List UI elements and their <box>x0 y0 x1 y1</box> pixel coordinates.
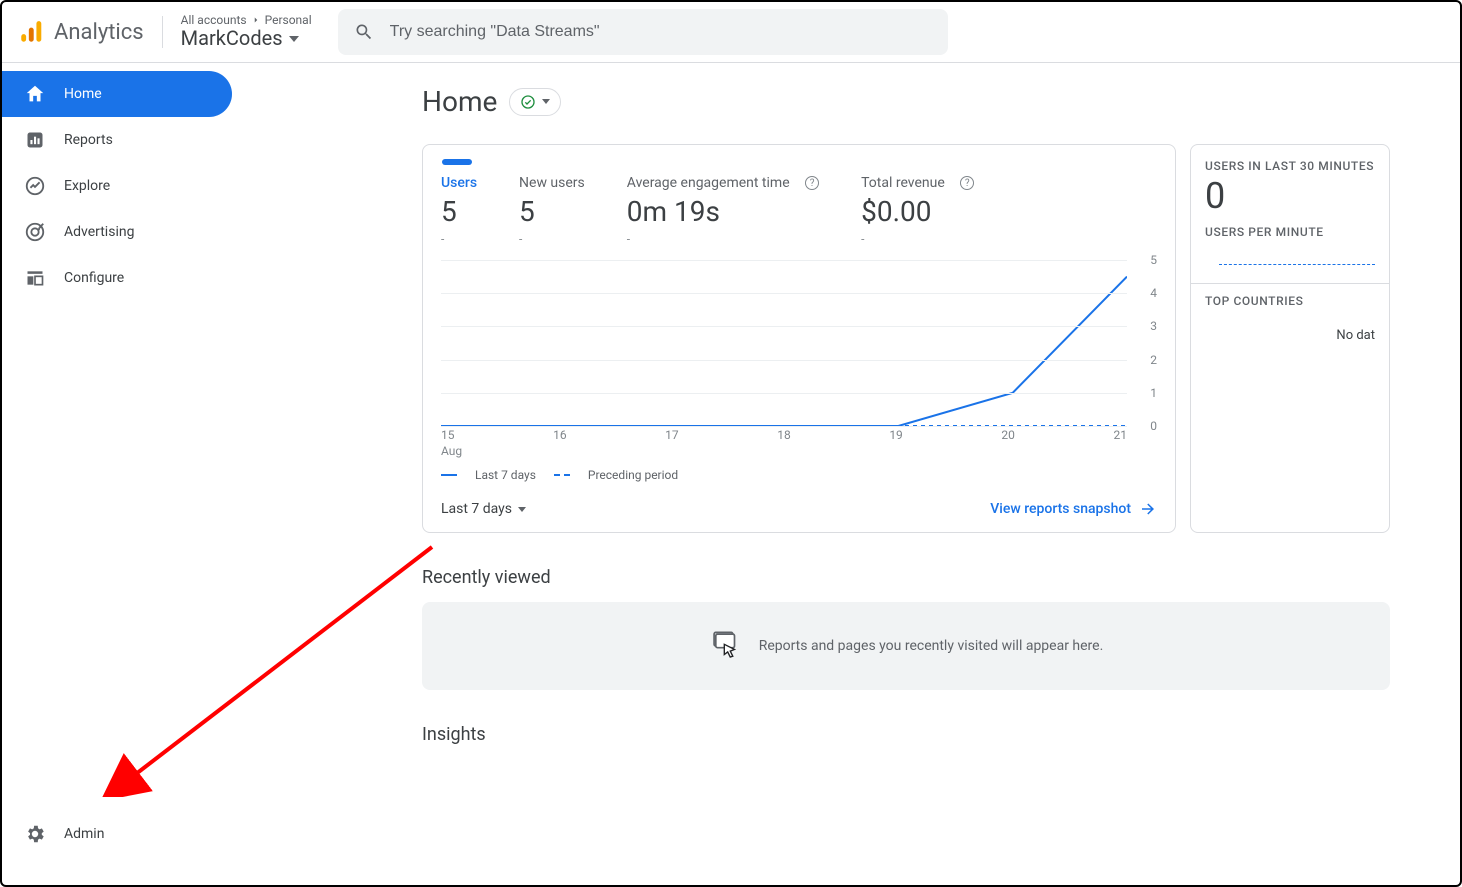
date-range-picker[interactable]: Last 7 days <box>441 501 526 517</box>
recently-viewed-empty: Reports and pages you recently visited w… <box>422 602 1390 690</box>
metric-value: 5 <box>441 195 477 228</box>
metric-delta: - <box>441 232 477 246</box>
cursor-pages-icon <box>709 629 743 663</box>
app-header: Analytics All accounts Personal MarkCode… <box>2 2 1460 63</box>
metric-label: Total revenue <box>861 175 945 191</box>
property-name: MarkCodes <box>181 27 283 50</box>
sidebar-item-label: Configure <box>64 270 124 286</box>
metric-new-users[interactable]: New users 5 - <box>519 175 585 246</box>
sidebar-item-label: Admin <box>64 826 104 842</box>
metric-label: Users <box>441 175 477 191</box>
trend-icon <box>24 175 46 197</box>
help-icon[interactable]: ? <box>805 176 819 190</box>
realtime-users-value: 0 <box>1205 175 1375 217</box>
product-logo[interactable]: Analytics <box>18 19 144 45</box>
target-icon <box>24 221 46 243</box>
metric-delta: - <box>861 232 974 246</box>
caret-down-icon <box>518 507 526 512</box>
sidebar-item-configure[interactable]: Configure <box>2 255 232 301</box>
help-icon[interactable]: ? <box>960 176 974 190</box>
recently-viewed-empty-text: Reports and pages you recently visited w… <box>759 638 1104 654</box>
sidebar-item-advertising[interactable]: Advertising <box>2 209 232 255</box>
legend-previous: Preceding period <box>588 468 678 482</box>
main-content: Home Users 5 - <box>232 63 1460 885</box>
metric-delta: - <box>627 232 819 246</box>
metric-engagement[interactable]: Average engagement time ? 0m 19s - <box>627 175 819 246</box>
realtime-per-min-label: USERS PER MINUTE <box>1205 225 1375 239</box>
realtime-no-data: No dat <box>1205 328 1375 343</box>
sidebar-item-label: Advertising <box>64 224 134 240</box>
sidebar-item-label: Home <box>64 86 102 102</box>
sidebar-item-explore[interactable]: Explore <box>2 163 232 209</box>
legend-swatch-solid <box>441 474 457 476</box>
link-label: View reports snapshot <box>990 501 1131 517</box>
realtime-sparkline <box>1219 245 1375 265</box>
insights-title: Insights <box>422 724 1460 745</box>
card-divider <box>1191 283 1389 284</box>
product-name: Analytics <box>54 20 144 45</box>
realtime-card: USERS IN LAST 30 MINUTES 0 USERS PER MIN… <box>1190 144 1390 533</box>
recently-viewed-title: Recently viewed <box>422 567 1460 588</box>
breadcrumb-property-group: Personal <box>265 14 312 28</box>
view-reports-snapshot-link[interactable]: View reports snapshot <box>990 500 1157 518</box>
sidebar-item-home[interactable]: Home <box>2 71 232 117</box>
page-title: Home <box>422 85 497 118</box>
home-icon <box>24 83 46 105</box>
overview-card: Users 5 - New users 5 - Average engageme… <box>422 144 1176 533</box>
legend-current: Last 7 days <box>475 468 536 482</box>
date-range-label: Last 7 days <box>441 501 512 517</box>
analytics-logo-icon <box>18 19 44 45</box>
realtime-users-label: USERS IN LAST 30 MINUTES <box>1205 159 1375 173</box>
metric-row: Users 5 - New users 5 - Average engageme… <box>441 175 1157 246</box>
metric-value: $0.00 <box>861 195 974 228</box>
chart-legend: Last 7 days Preceding period <box>441 468 1157 482</box>
sidebar: Home Reports Explore <box>2 63 232 885</box>
property-switcher[interactable]: All accounts Personal MarkCodes <box>181 14 312 51</box>
caret-down-icon <box>542 99 550 104</box>
realtime-countries-label: TOP COUNTRIES <box>1205 294 1375 308</box>
metric-revenue[interactable]: Total revenue ? $0.00 - <box>861 175 974 246</box>
sidebar-item-reports[interactable]: Reports <box>2 117 232 163</box>
bar-chart-icon <box>24 129 46 151</box>
metric-delta: - <box>519 232 585 246</box>
legend-swatch-dashed <box>554 474 570 476</box>
search-bar[interactable] <box>338 9 948 55</box>
check-circle-icon <box>520 94 536 110</box>
active-metric-indicator <box>442 159 472 165</box>
breadcrumb-account: All accounts <box>181 14 247 28</box>
search-input[interactable] <box>388 22 932 42</box>
status-badge[interactable] <box>509 88 561 116</box>
overview-chart: 01234515161718192021Aug <box>441 260 1157 440</box>
header-divider <box>162 16 163 48</box>
grid-icon <box>24 267 46 289</box>
metric-value: 5 <box>519 195 585 228</box>
arrow-right-icon <box>1139 500 1157 518</box>
metric-value: 0m 19s <box>627 195 819 228</box>
metric-users[interactable]: Users 5 - <box>441 175 477 246</box>
chevron-right-icon <box>251 15 261 25</box>
page-title-row: Home <box>422 85 1460 118</box>
search-icon <box>354 22 374 42</box>
caret-down-icon <box>289 36 299 42</box>
sidebar-item-label: Explore <box>64 178 110 194</box>
gear-icon <box>24 823 46 845</box>
sidebar-item-admin[interactable]: Admin <box>2 811 232 857</box>
sidebar-item-label: Reports <box>64 132 113 148</box>
chart-lines <box>441 260 1127 426</box>
metric-label: New users <box>519 175 585 191</box>
metric-label: Average engagement time <box>627 175 790 191</box>
